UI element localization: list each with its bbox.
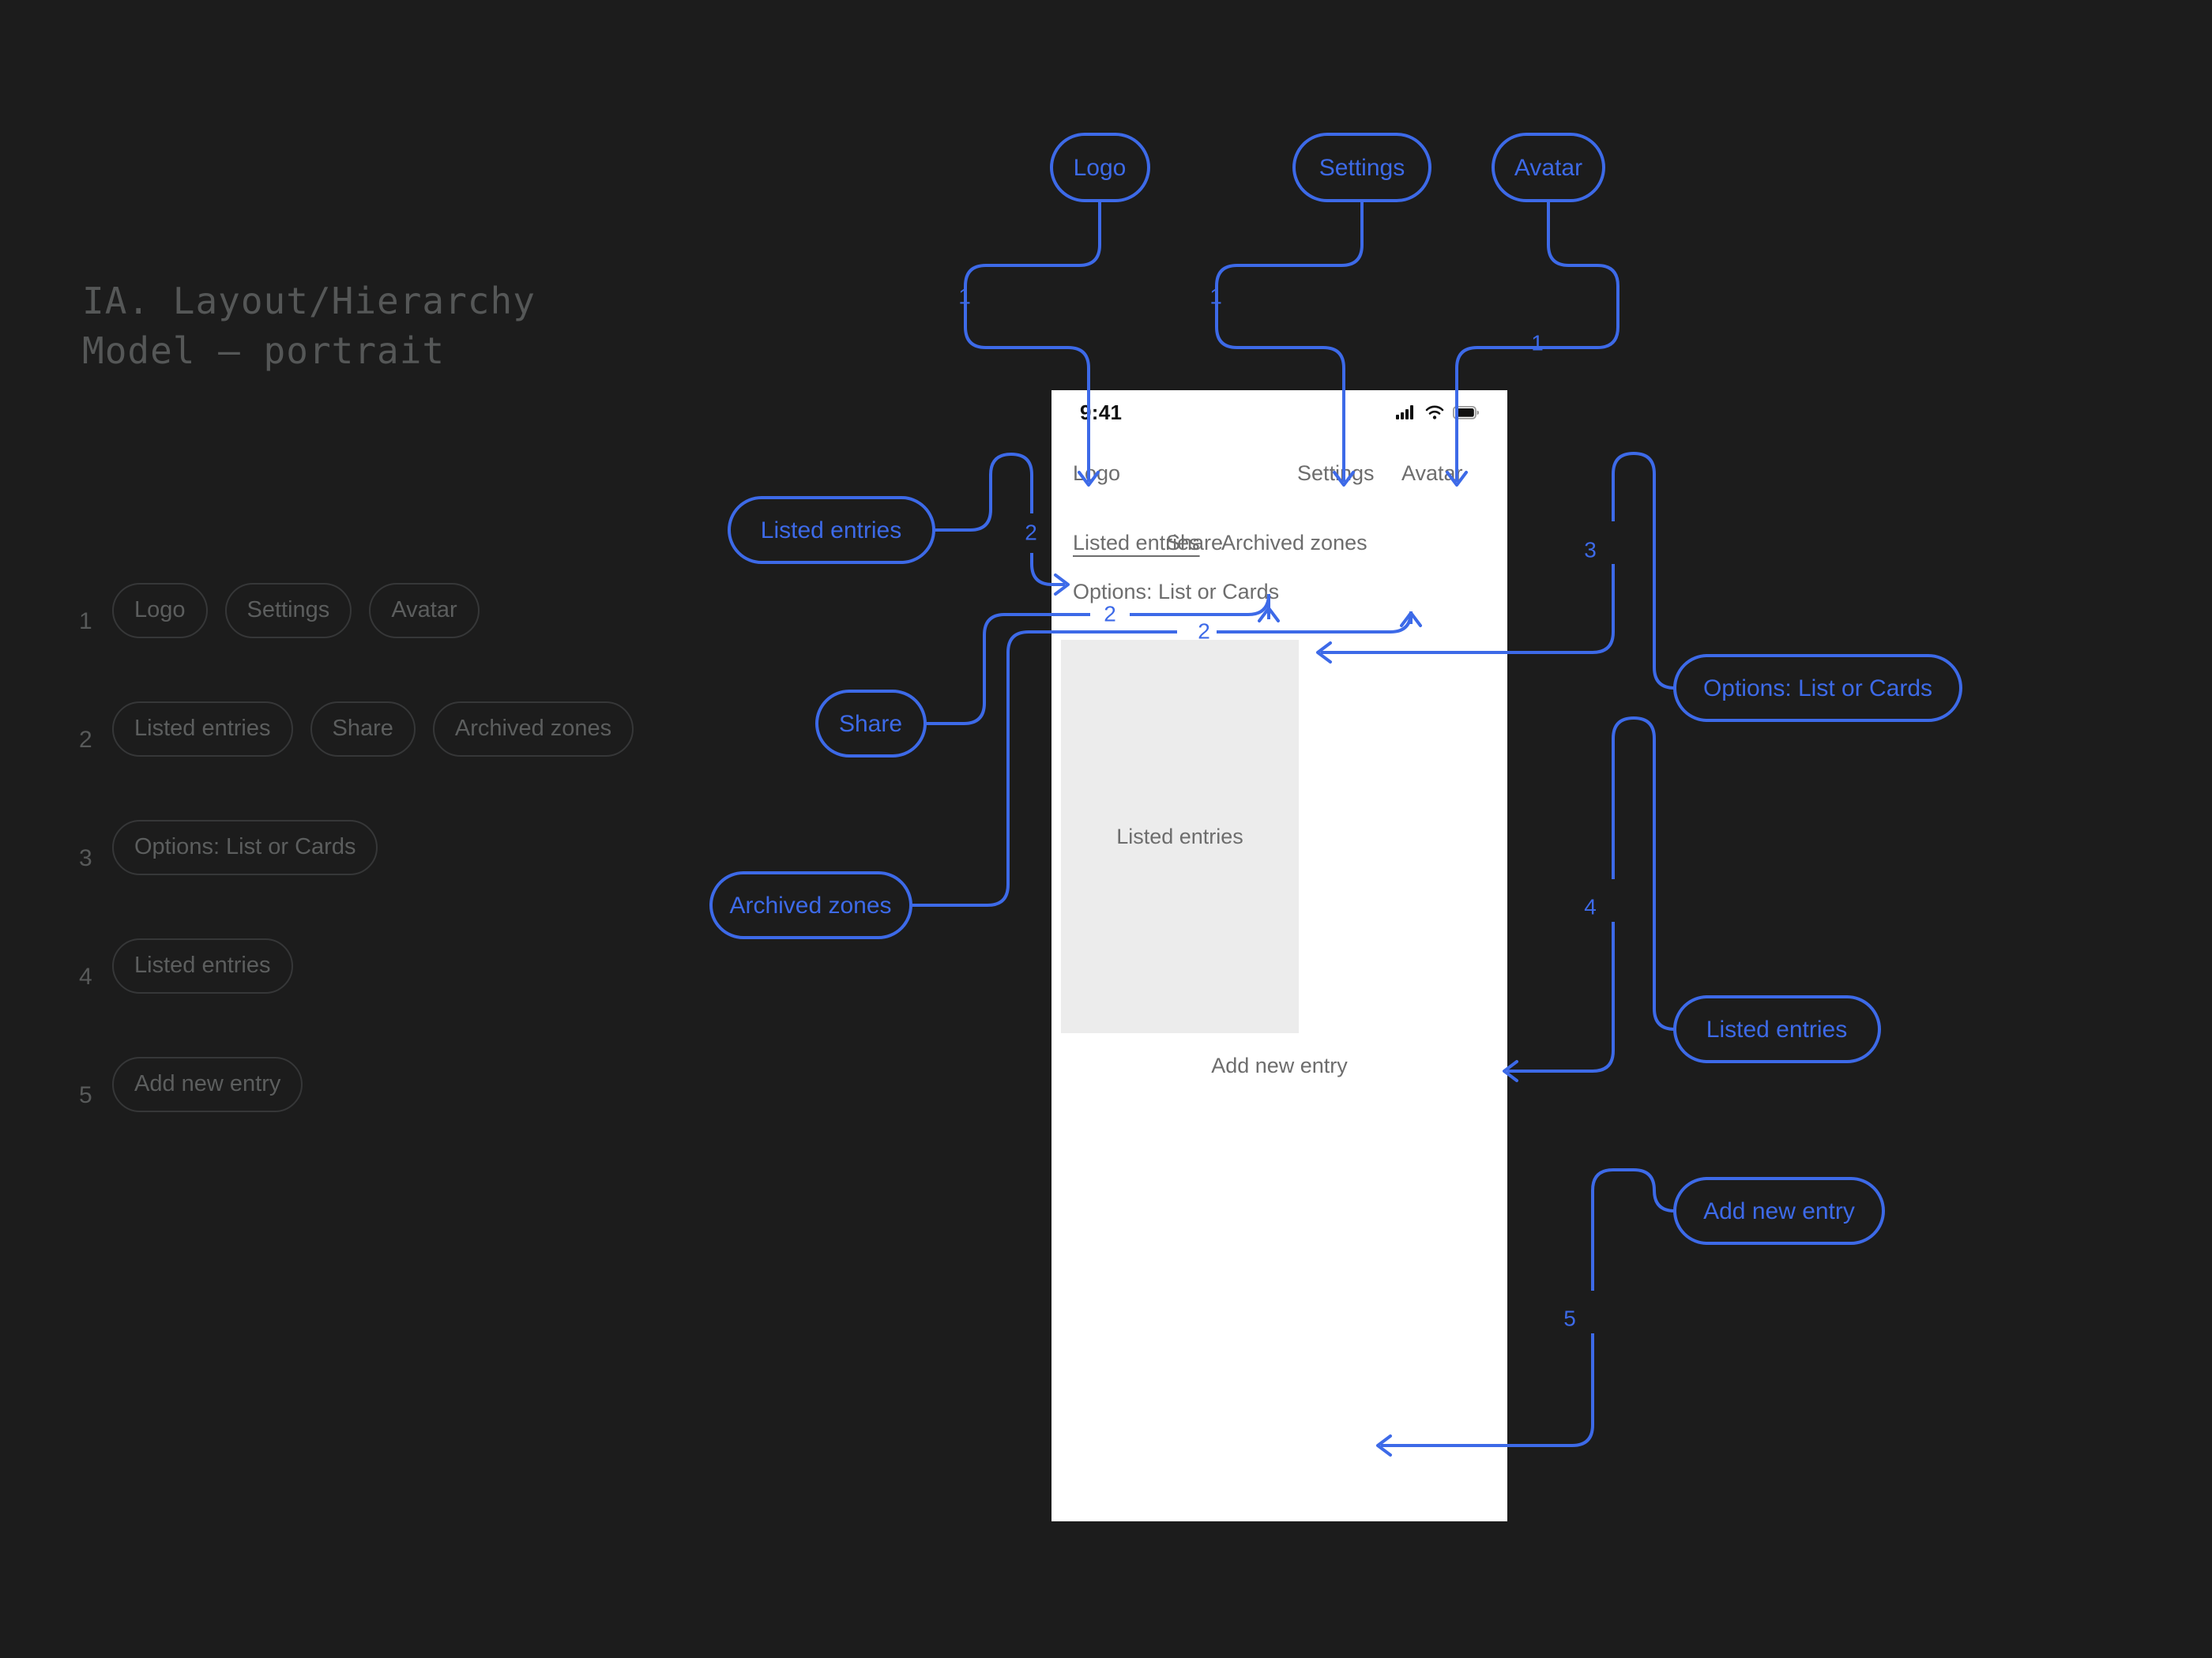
legend-pill-options[interactable]: Options: List or Cards xyxy=(112,820,378,875)
legend-row: 5 Add new entry xyxy=(79,1057,790,1112)
header-logo[interactable]: Logo xyxy=(1073,461,1120,486)
callout-options[interactable]: Options: List or Cards xyxy=(1673,654,1962,722)
tab-share[interactable]: Share xyxy=(1166,531,1223,555)
callout-listed-entries-tab[interactable]: Listed entries xyxy=(728,496,935,564)
status-bar-time: 9:41 xyxy=(1080,400,1123,424)
legend-row-number: 2 xyxy=(79,727,92,753)
callout-add-new-entry[interactable]: Add new entry xyxy=(1673,1177,1885,1245)
connector-listed-entries-tab-number: 2 xyxy=(1025,520,1037,544)
legend-row: 3 Options: List or Cards xyxy=(79,820,790,875)
legend-pill-add-new-entry[interactable]: Add new entry xyxy=(112,1057,303,1112)
status-bar: 9:41 xyxy=(1051,390,1507,434)
connector-options-number: 3 xyxy=(1584,537,1597,562)
content-area-label: Listed entries xyxy=(1116,824,1243,848)
view-options-row[interactable]: Options: List or Cards xyxy=(1073,580,1279,604)
callout-settings-label: Settings xyxy=(1319,155,1405,181)
status-bar-icons xyxy=(1396,405,1479,419)
callout-logo-label: Logo xyxy=(1074,155,1127,181)
tab-archived-zones[interactable]: Archived zones xyxy=(1221,531,1367,555)
connector-avatar-number: 1 xyxy=(1531,330,1544,355)
callout-listed-entries-content-label: Listed entries xyxy=(1706,1017,1847,1043)
callout-avatar-label: Avatar xyxy=(1514,155,1582,181)
tab-bar: Listed entries Share Archived zones xyxy=(1051,531,1507,567)
content-area: Listed entries xyxy=(1061,640,1299,1033)
callout-share-label: Share xyxy=(839,711,902,737)
legend-pill-logo[interactable]: Logo xyxy=(112,583,208,638)
battery-icon xyxy=(1453,405,1479,419)
legend-pill-archived-zones[interactable]: Archived zones xyxy=(432,701,634,757)
legend-row: 2 Listed entries Share Archived zones xyxy=(79,701,790,757)
callout-logo[interactable]: Logo xyxy=(1050,133,1150,202)
connector-logo-number: 1 xyxy=(958,284,971,308)
callout-settings[interactable]: Settings xyxy=(1292,133,1431,202)
callout-options-label: Options: List or Cards xyxy=(1703,675,1932,701)
canvas: IA. Layout/Hierarchy Model — portrait 1 … xyxy=(0,0,2212,1658)
legend-row-number: 5 xyxy=(79,1082,92,1108)
legend-row-number: 3 xyxy=(79,845,92,871)
app-header: Logo Settings Avatar xyxy=(1051,452,1507,509)
legend-row: 4 Listed entries xyxy=(79,938,790,994)
wifi-icon xyxy=(1425,405,1444,419)
legend-pill-share[interactable]: Share xyxy=(310,701,416,757)
legend-row: 1 Logo Settings Avatar xyxy=(79,583,790,638)
legend-pill-settings[interactable]: Settings xyxy=(224,583,352,638)
callout-listed-entries-tab-label: Listed entries xyxy=(761,517,901,543)
connector-listed-entries-tab xyxy=(934,452,1065,586)
callout-avatar[interactable]: Avatar xyxy=(1492,133,1605,202)
page-title: IA. Layout/Hierarchy Model — portrait xyxy=(82,280,536,373)
legend-pill-avatar[interactable]: Avatar xyxy=(369,583,480,638)
connector-add-new-entry-number: 5 xyxy=(1563,1306,1576,1330)
phone-mockup: 9:41 Logo Settings Avatar Listed entries… xyxy=(1051,390,1507,1521)
callout-share[interactable]: Share xyxy=(815,690,927,758)
callout-listed-entries-content[interactable]: Listed entries xyxy=(1673,995,1881,1063)
legend-row-number: 4 xyxy=(79,964,92,990)
header-settings[interactable]: Settings xyxy=(1297,461,1375,486)
legend-pill-listed-entries[interactable]: Listed entries xyxy=(112,701,293,757)
legend-list: 1 Logo Settings Avatar 2 Listed entries … xyxy=(79,583,790,1177)
header-avatar[interactable]: Avatar xyxy=(1401,461,1463,486)
connector-listed-entries-content-number: 4 xyxy=(1584,894,1597,919)
add-new-entry-button[interactable]: Add new entry xyxy=(1051,1054,1507,1078)
signal-icon xyxy=(1396,405,1413,419)
connector-listed-entries-content xyxy=(1507,716,1676,1073)
legend-row-number: 1 xyxy=(79,608,92,634)
legend-pill-listed-entries-content[interactable]: Listed entries xyxy=(112,938,293,994)
connector-settings-number: 1 xyxy=(1209,284,1222,308)
callout-add-new-entry-label: Add new entry xyxy=(1703,1198,1855,1224)
